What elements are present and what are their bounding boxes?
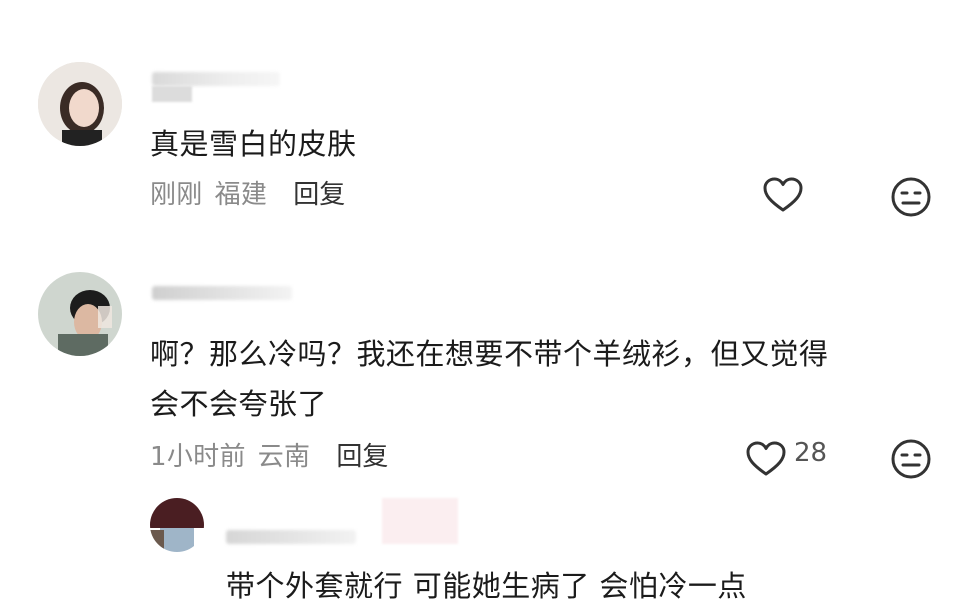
comment-location: 云南 (257, 442, 311, 472)
comment-time: 1小时前 (150, 442, 246, 472)
comment-meta: 1小时前 云南 回复 (150, 436, 388, 473)
avatar[interactable] (150, 498, 204, 552)
comment-time: 刚刚 (150, 180, 203, 210)
neutral-face-icon[interactable] (890, 438, 932, 480)
username-blurred (226, 530, 356, 544)
reply-text: 带个外套就行 可能她生病了 会怕冷一点 (226, 569, 747, 603)
comment-location: 福建 (214, 180, 268, 210)
avatar[interactable] (38, 272, 122, 356)
username-blurred (152, 286, 292, 300)
heart-icon[interactable] (745, 440, 787, 478)
heart-icon[interactable] (762, 176, 804, 214)
avatar-badge (152, 86, 192, 102)
reply-button[interactable]: 回复 (293, 174, 345, 211)
neutral-face-icon[interactable] (890, 176, 932, 218)
username-blurred (152, 72, 280, 86)
avatar[interactable] (38, 62, 122, 146)
comment-text: 真是雪白的皮肤 (150, 127, 357, 161)
reply-button[interactable]: 回复 (336, 436, 388, 473)
comment-meta: 刚刚 福建 回复 (150, 174, 345, 211)
author-badge (382, 498, 458, 544)
comment-text-line-1: 啊？那么冷吗？我还在想要不带个羊绒衫，但又觉得 (150, 337, 829, 371)
comment-text-line-2: 会不会夸张了 (150, 387, 328, 421)
like-count: 28 (794, 438, 828, 468)
